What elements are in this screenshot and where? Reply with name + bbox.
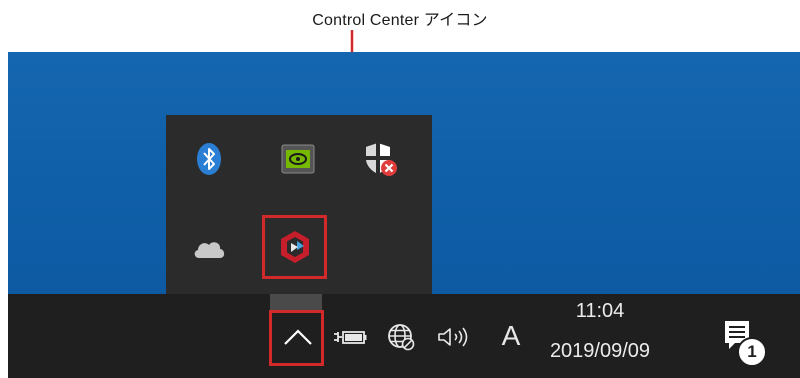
- nvidia-icon[interactable]: [276, 137, 320, 181]
- onedrive-icon[interactable]: [187, 227, 231, 271]
- windows-security-icon[interactable]: [358, 137, 402, 181]
- clock-time[interactable]: 11:04: [540, 300, 660, 323]
- clock-date[interactable]: 2019/09/09: [540, 340, 660, 363]
- bluetooth-icon[interactable]: [187, 137, 231, 181]
- callout-label: Control Center アイコン: [312, 12, 488, 29]
- volume-icon[interactable]: [434, 320, 484, 354]
- network-icon[interactable]: [384, 320, 418, 354]
- control-center-highlight: [262, 215, 327, 279]
- power-icon[interactable]: [330, 322, 370, 352]
- chevron-highlight: [269, 310, 324, 366]
- ime-indicator[interactable]: A: [496, 320, 526, 352]
- notification-count-badge: 1: [737, 337, 767, 367]
